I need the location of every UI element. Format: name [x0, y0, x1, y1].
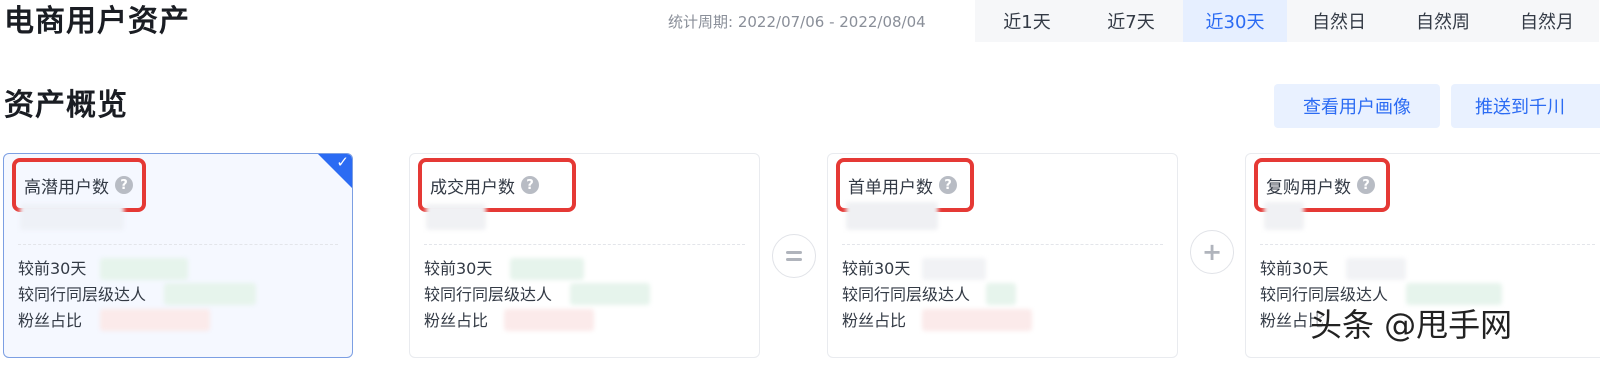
tab-natural-week[interactable]: 自然周: [1391, 0, 1495, 42]
metric-card-first-order-users[interactable]: 首单用户数 ? 较前30天 较同行同层级达人 粉丝占比: [827, 153, 1178, 358]
divider: [18, 244, 338, 245]
blurred-value: [100, 309, 210, 331]
blurred-value: [426, 204, 486, 230]
stat-period: 统计周期: 2022/07/06 - 2022/08/04: [668, 12, 926, 32]
blurred-value: [846, 202, 938, 230]
watermark: 头条 @甩手网: [1310, 306, 1513, 344]
blurred-value: [164, 283, 256, 305]
row-compare-peers: 较同行同层级达人: [18, 285, 147, 304]
question-circle-icon[interactable]: ?: [1357, 176, 1375, 194]
metric-card-high-potential[interactable]: ✓ 高潜用户数 ? 较前30天 较同行同层级达人 粉丝占比: [3, 153, 353, 358]
blurred-value: [922, 258, 986, 280]
view-user-portrait-button[interactable]: 查看用户画像: [1274, 84, 1440, 128]
blurred-value: [100, 258, 188, 280]
divider: [842, 244, 1163, 245]
metric-label: 复购用户数: [1266, 177, 1351, 198]
plus-icon: +: [1190, 230, 1234, 274]
tab-7d[interactable]: 近7天: [1079, 0, 1183, 42]
metric-label: 首单用户数: [848, 177, 933, 198]
check-icon: ✓: [336, 153, 349, 171]
divider: [424, 244, 745, 245]
blurred-value: [1264, 202, 1304, 230]
page-title: 电商用户资产: [4, 4, 190, 39]
period-tabs: 近1天 近7天 近30天 自然日 自然周 自然月: [975, 0, 1599, 42]
section-title: 资产概览: [4, 88, 128, 123]
tab-30d[interactable]: 近30天: [1183, 0, 1287, 42]
tab-1d[interactable]: 近1天: [975, 0, 1079, 42]
question-circle-icon[interactable]: ?: [521, 176, 539, 194]
row-compare-peers: 较同行同层级达人: [842, 285, 971, 304]
divider: [1260, 244, 1595, 245]
blurred-value: [986, 283, 1016, 305]
equals-icon: [772, 234, 816, 278]
blurred-value: [1346, 258, 1406, 280]
blurred-value: [510, 258, 584, 280]
stat-period-label: 统计周期:: [668, 13, 734, 31]
metric-label: 成交用户数: [430, 177, 515, 198]
tab-natural-month[interactable]: 自然月: [1495, 0, 1599, 42]
row-compare-peers: 较同行同层级达人: [424, 285, 553, 304]
question-circle-icon[interactable]: ?: [115, 176, 133, 194]
blurred-value: [504, 309, 594, 331]
tab-natural-day[interactable]: 自然日: [1287, 0, 1391, 42]
question-circle-icon[interactable]: ?: [939, 176, 957, 194]
blurred-value: [922, 309, 1032, 331]
blurred-value: [20, 204, 124, 230]
stat-period-value: 2022/07/06 - 2022/08/04: [737, 13, 926, 31]
blurred-value: [570, 283, 650, 305]
metric-label: 高潜用户数: [24, 177, 109, 198]
push-to-qianchuan-button[interactable]: 推送到千川: [1451, 84, 1600, 128]
metric-card-transaction-users[interactable]: 成交用户数 ? 较前30天 较同行同层级达人 粉丝占比: [409, 153, 760, 358]
